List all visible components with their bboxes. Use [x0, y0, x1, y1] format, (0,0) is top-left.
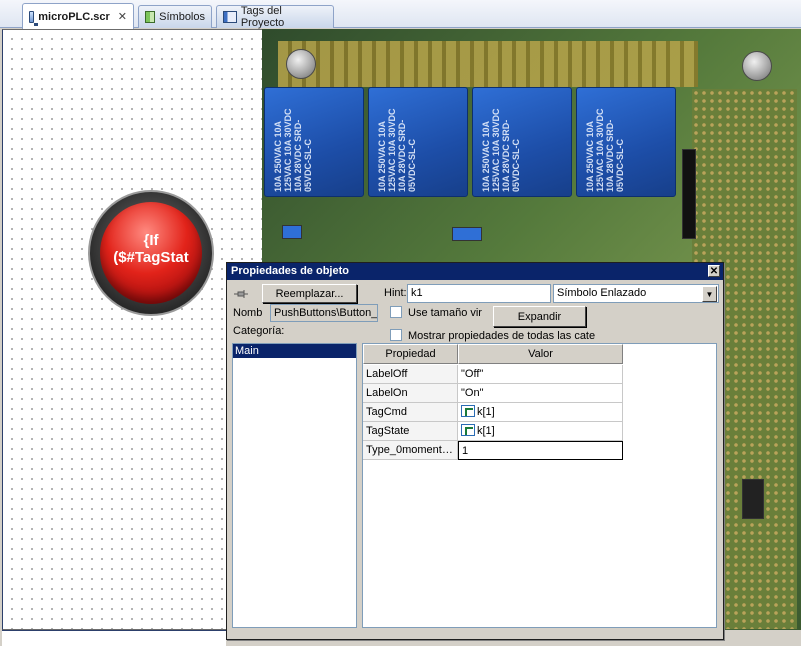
- tag-value: k[1]: [477, 425, 495, 437]
- expand-button[interactable]: Expandir: [493, 306, 586, 327]
- relay-module: 10A 250VAC 10A 125VAC 10A 30VDC 10A 28VD…: [264, 87, 364, 197]
- tab-label: Tags del Proyecto: [240, 5, 285, 29]
- dialog-title: Propiedades de objeto: [231, 265, 349, 277]
- replace-button[interactable]: Reemplazar...: [262, 284, 357, 303]
- tags-icon: [223, 11, 237, 23]
- list-item[interactable]: Main: [233, 344, 356, 358]
- column-header-value[interactable]: Valor: [458, 344, 623, 364]
- use-virtual-size-checkbox[interactable]: [390, 306, 402, 318]
- screen-icon: [29, 10, 39, 26]
- jumper: [452, 227, 482, 241]
- table-row[interactable]: TagState k[1]: [363, 422, 623, 441]
- mounting-screw: [742, 51, 772, 81]
- property-grid-header: Propiedad Valor: [363, 344, 623, 364]
- tab-microplc-scr[interactable]: microPLC.scr ✕: [22, 3, 134, 29]
- property-grid[interactable]: Propiedad Valor LabelOff "Off" LabelOn "…: [362, 343, 717, 628]
- property-name: TagCmd: [363, 403, 458, 422]
- property-value-input[interactable]: 1: [458, 441, 623, 460]
- show-all-properties-label: Mostrar propiedades de todas las cate: [408, 330, 596, 342]
- tab-label: microPLC.scr: [38, 10, 110, 23]
- use-virtual-size-label: Use tamaño vir: [408, 307, 482, 319]
- name-label: Nomb: [233, 307, 263, 319]
- property-value[interactable]: "On": [458, 384, 623, 403]
- close-icon[interactable]: ✕: [708, 265, 720, 277]
- column-header-property[interactable]: Propiedad: [363, 344, 458, 364]
- push-switch: [742, 479, 764, 519]
- hint-input[interactable]: k1: [407, 284, 551, 303]
- dialog-title-bar[interactable]: Propiedades de objeto ✕: [227, 263, 723, 280]
- property-value[interactable]: "Off": [458, 365, 623, 384]
- close-tab-icon[interactable]: ✕: [118, 10, 127, 23]
- push-button-label: {If ($#TagStat: [113, 232, 189, 266]
- tag-value: k[1]: [477, 406, 495, 418]
- symbol-type-value: Símbolo Enlazado: [557, 287, 647, 299]
- table-row[interactable]: TagCmd k[1]: [363, 403, 623, 422]
- property-name: Type_0moment…: [363, 441, 458, 460]
- property-name: LabelOff: [363, 365, 458, 384]
- hint-label: Hint:: [384, 287, 407, 299]
- category-label: Categoría:: [233, 325, 285, 337]
- mounting-screw: [286, 49, 316, 79]
- object-properties-dialog: Propiedades de objeto ✕ Reemplazar... Hi…: [226, 262, 724, 640]
- tag-icon: [461, 424, 475, 436]
- table-row[interactable]: LabelOn "On": [363, 384, 623, 403]
- document-tab-bar: microPLC.scr ✕ Símbolos Tags del Proyect…: [0, 0, 801, 29]
- name-field: PushButtons\Button_: [270, 304, 378, 322]
- property-value[interactable]: k[1]: [458, 403, 623, 422]
- property-name: TagState: [363, 422, 458, 441]
- property-value[interactable]: k[1]: [458, 422, 623, 441]
- tab-simbolos[interactable]: Símbolos: [138, 5, 212, 28]
- pin-header: [682, 149, 696, 239]
- property-name: LabelOn: [363, 384, 458, 403]
- category-list[interactable]: Main: [232, 343, 357, 628]
- relay-module: 10A 250VAC 10A 125VAC 10A 30VDC 10A 28VD…: [472, 87, 572, 197]
- relay-module: 10A 250VAC 10A 125VAC 10A 30VDC 10A 28VD…: [368, 87, 468, 197]
- table-row[interactable]: Type_0moment… 1: [363, 441, 623, 460]
- show-all-properties-checkbox[interactable]: [390, 329, 402, 341]
- tab-tags-del-proyecto[interactable]: Tags del Proyecto: [216, 5, 334, 29]
- tab-label: Símbolos: [159, 11, 205, 23]
- jumper: [282, 225, 302, 239]
- symbol-type-select[interactable]: Símbolo Enlazado ▼: [553, 284, 719, 303]
- canvas-bottom-edge: [2, 630, 226, 646]
- table-row[interactable]: LabelOff "Off": [363, 365, 623, 384]
- chevron-down-icon[interactable]: ▼: [702, 286, 717, 302]
- symbols-icon: [145, 11, 156, 23]
- relay-module: 10A 250VAC 10A 125VAC 10A 30VDC 10A 28VD…: [576, 87, 676, 197]
- pin-icon[interactable]: [234, 289, 248, 299]
- tag-icon: [461, 405, 475, 417]
- push-button-symbol[interactable]: {If ($#TagStat: [88, 190, 214, 316]
- terminal-strip: [278, 41, 698, 87]
